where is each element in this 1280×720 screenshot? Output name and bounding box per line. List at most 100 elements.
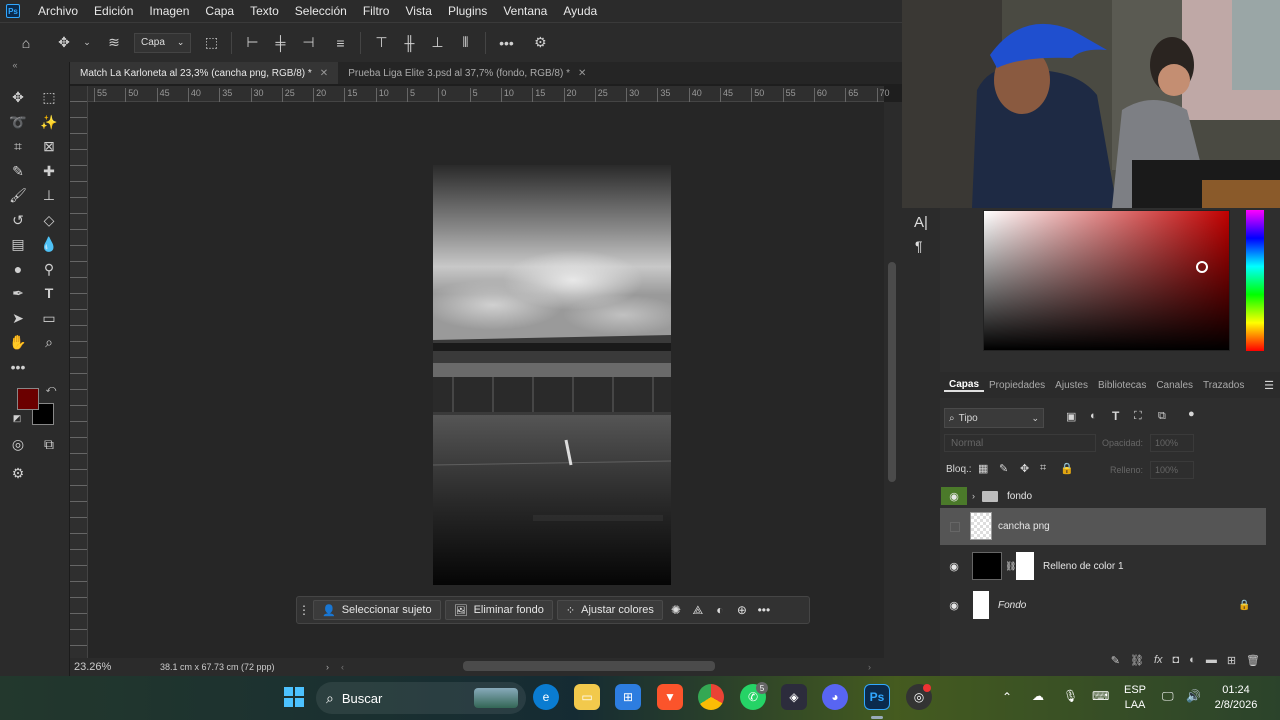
align-center-icon[interactable]: ╪ bbox=[270, 33, 290, 53]
menu-ventana[interactable]: Ventana bbox=[495, 4, 555, 18]
zoom-tool-icon[interactable]: ⌕ bbox=[38, 331, 60, 353]
foreground-color-swatch[interactable] bbox=[17, 388, 39, 410]
path-selection-tool-icon[interactable]: ➤ bbox=[7, 307, 29, 329]
menu-vista[interactable]: Vista bbox=[397, 4, 439, 18]
menu-ayuda[interactable]: Ayuda bbox=[555, 4, 605, 18]
keyboard-icon[interactable]: ⌨ bbox=[1092, 689, 1109, 703]
magic-wand-tool-icon[interactable]: ✨ bbox=[38, 111, 60, 133]
volume-icon[interactable]: 🔊 bbox=[1186, 689, 1201, 703]
discord-icon[interactable]: ◕ bbox=[822, 684, 848, 710]
layer-row-fondo-background[interactable]: ◉ Fondo 🔒 bbox=[940, 586, 1266, 624]
gradient-tool-icon[interactable]: ▤ bbox=[7, 233, 29, 255]
document-canvas[interactable] bbox=[433, 165, 671, 585]
adjustment-layer-icon[interactable]: ◐ bbox=[709, 600, 731, 620]
fill-field[interactable]: 100% bbox=[1150, 461, 1194, 479]
menu-imagen[interactable]: Imagen bbox=[141, 4, 197, 18]
chrome-icon[interactable] bbox=[698, 684, 724, 710]
quick-mask-icon[interactable]: ◎ bbox=[7, 433, 29, 455]
swap-colors-icon[interactable]: ⤺ bbox=[44, 382, 58, 396]
fx-icon[interactable]: fx bbox=[1154, 654, 1163, 670]
crop-tool-icon[interactable]: ⌗ bbox=[7, 135, 29, 157]
gear-icon[interactable]: ⚙ bbox=[530, 33, 550, 53]
scroll-right-icon[interactable]: › bbox=[868, 662, 871, 672]
network-icon[interactable]: 🖵 bbox=[1162, 689, 1174, 704]
eyedropper-tool-icon[interactable]: ✎ bbox=[7, 160, 29, 182]
menu-seleccion[interactable]: Selección bbox=[287, 4, 355, 18]
tab-prueba-liga-elite[interactable]: Prueba Liga Elite 3.psd al 37,7% (fondo,… bbox=[338, 62, 596, 84]
color-picker-marker[interactable] bbox=[1196, 261, 1208, 273]
layer-row-relleno-de-color[interactable]: ◉ ⛓ Relleno de color 1 bbox=[940, 547, 1266, 585]
chevron-up-icon[interactable]: ⌃ bbox=[1002, 690, 1012, 704]
menu-archivo[interactable]: Archivo bbox=[30, 4, 86, 18]
type-tool-icon[interactable]: T bbox=[38, 282, 60, 304]
menu-filtro[interactable]: Filtro bbox=[355, 4, 398, 18]
filter-smart-object-icon[interactable]: ⧉ bbox=[1158, 410, 1166, 423]
character-panel-icon[interactable]: A| bbox=[914, 214, 928, 231]
chain-link-icon[interactable]: ⛓ bbox=[1005, 561, 1016, 572]
dodge-tool-icon[interactable]: ● bbox=[7, 258, 29, 280]
close-icon[interactable]: ✕ bbox=[320, 68, 328, 79]
cloud-icon[interactable]: ☁ bbox=[1032, 689, 1044, 703]
microphone-icon[interactable]: 🎙 bbox=[1063, 689, 1078, 703]
close-icon[interactable]: ✕ bbox=[578, 68, 586, 79]
file-explorer-icon[interactable]: ▭ bbox=[574, 684, 600, 710]
mask-icon[interactable]: ⊕ bbox=[731, 600, 753, 620]
menu-capa[interactable]: Capa bbox=[197, 4, 242, 18]
hue-slider[interactable] bbox=[1246, 210, 1264, 351]
chevron-down-icon[interactable]: ⌄ bbox=[82, 33, 92, 53]
panel-menu-icon[interactable]: ☰ bbox=[1264, 379, 1274, 392]
lock-transparent-icon[interactable]: ▦ bbox=[978, 462, 988, 475]
distribute-vertical-icon[interactable]: ⦀ bbox=[455, 33, 475, 53]
clone-stamp-tool-icon[interactable]: ⊥ bbox=[38, 184, 60, 206]
layer-filter-dropdown[interactable]: ⌕ Tipo ⌄ bbox=[944, 408, 1044, 428]
zoom-level[interactable]: 23.26% bbox=[74, 661, 160, 673]
collapse-icon[interactable]: « bbox=[4, 60, 26, 70]
tab-match-la-karloneta[interactable]: Match La Karloneta al 23,3% (cancha png,… bbox=[70, 62, 339, 84]
tab-ajustes[interactable]: Ajustes bbox=[1050, 380, 1093, 391]
edge-icon[interactable]: e bbox=[533, 684, 559, 710]
healing-brush-tool-icon[interactable]: ✚ bbox=[38, 160, 60, 182]
trash-icon[interactable]: 🗑 bbox=[1246, 654, 1260, 670]
tab-propiedades[interactable]: Propiedades bbox=[984, 380, 1050, 391]
marquee-tool-icon[interactable]: ⬚ bbox=[38, 86, 60, 108]
move-tool-icon[interactable]: ✥ bbox=[54, 33, 74, 53]
align-middle-icon[interactable]: ╫ bbox=[399, 33, 419, 53]
more-options-icon[interactable]: ••• bbox=[496, 33, 516, 53]
adjust-colors-button[interactable]: ⁘ Ajustar colores bbox=[556, 600, 663, 620]
vertical-scrollbar[interactable] bbox=[884, 102, 902, 658]
more-options-icon[interactable]: ••• bbox=[753, 600, 775, 620]
generative-icon[interactable]: ✺ bbox=[665, 600, 687, 620]
davinci-resolve-icon[interactable]: ◈ bbox=[781, 684, 807, 710]
layer-row-fondo-group[interactable]: ◉ › fondo bbox=[940, 482, 1266, 510]
frame-tool-icon[interactable]: ⊠ bbox=[38, 135, 60, 157]
chevron-right-icon[interactable]: › bbox=[972, 491, 975, 501]
blend-mode-dropdown[interactable]: Normal bbox=[944, 434, 1096, 452]
default-colors-icon[interactable]: ◩ bbox=[11, 412, 23, 424]
lock-all-icon[interactable]: 🔒 bbox=[1060, 462, 1074, 475]
align-top-icon[interactable]: ⊤ bbox=[371, 33, 391, 53]
home-icon[interactable]: ⌂ bbox=[16, 33, 36, 53]
tab-bibliotecas[interactable]: Bibliotecas bbox=[1093, 380, 1151, 391]
paragraph-panel-icon[interactable]: ¶ bbox=[915, 238, 923, 254]
eye-icon[interactable]: ◉ bbox=[946, 560, 962, 573]
lock-artboard-icon[interactable]: ⌗ bbox=[1040, 462, 1046, 475]
pen-tool-icon[interactable]: ✒ bbox=[7, 282, 29, 304]
language-indicator[interactable]: ESP LAA bbox=[1118, 683, 1152, 713]
burn-tool-icon[interactable]: ⚲ bbox=[38, 258, 60, 280]
photoshop-taskbar-icon[interactable]: Ps bbox=[864, 684, 890, 710]
move-tool-icon[interactable]: ✥ bbox=[7, 86, 29, 108]
new-group-icon[interactable]: ▬ bbox=[1206, 654, 1217, 670]
opacity-field[interactable]: 100% bbox=[1150, 434, 1194, 452]
blur-tool-icon[interactable]: 💧 bbox=[38, 233, 60, 255]
hand-tool-icon[interactable]: ✋ bbox=[7, 331, 29, 353]
menu-edicion[interactable]: Edición bbox=[86, 4, 141, 18]
brush-tool-icon[interactable]: 🖌 bbox=[7, 184, 29, 206]
search-bar[interactable]: ⌕ Buscar bbox=[316, 682, 526, 714]
visibility-toggle[interactable] bbox=[950, 521, 960, 532]
new-layer-icon[interactable]: ⊞ bbox=[1227, 654, 1236, 670]
distribute-icon[interactable]: ≡ bbox=[330, 33, 350, 53]
adjustment-layer-icon[interactable]: ◐ bbox=[1189, 654, 1196, 670]
tab-canales[interactable]: Canales bbox=[1151, 380, 1198, 391]
drag-handle-icon[interactable]: ⋮ bbox=[297, 600, 311, 620]
layers-stack-icon[interactable]: ≋ bbox=[104, 33, 124, 53]
